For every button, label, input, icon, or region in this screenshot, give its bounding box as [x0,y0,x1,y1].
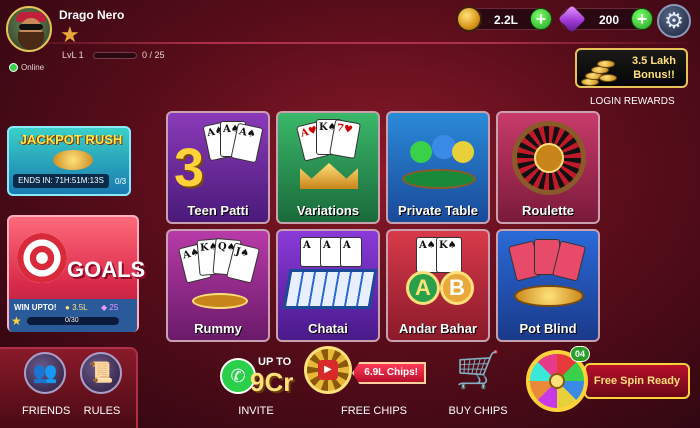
game-label: Variations [296,203,360,218]
login-bonus-text: 3.5 Lakh Bonus!! [631,55,677,81]
video-icon: ▶ [318,360,338,380]
goals-win-upto: WIN UPTO! [14,303,57,312]
game-tile-rummy[interactable]: A♠ K♠ Q♠ J♠ Rummy [166,229,270,342]
target-icon [17,233,67,283]
game-tile-andar-bahar[interactable]: A♠ K♠ A B Andar Bahar [386,229,490,342]
gear-icon: ⚙ [664,8,684,33]
rules-button[interactable]: 📜 [80,352,122,394]
free-chips-amount[interactable]: 6.9L Chips! [352,362,426,384]
jackpot-title: JACKPOT RUSH [19,132,123,147]
invite-button[interactable]: INVITE [226,405,286,417]
goals-coin-reward: ● 3.5L [65,303,88,312]
coin-balance: 2.2L + [456,6,552,32]
add-gems-button[interactable]: + [631,8,653,30]
login-rewards-button[interactable]: 3.5 Lakh Bonus!! [575,48,688,88]
game-tile-pot-blind[interactable]: Pot Blind [496,229,600,342]
header-divider [0,42,700,44]
online-status-text: Online [21,63,45,72]
friends-label: FRIENDS [22,405,71,417]
game-tile-roulette[interactable]: Roulette [496,111,600,224]
free-chips-label[interactable]: FREE CHIPS [336,405,412,417]
free-spin-button[interactable]: Free Spin Ready [584,363,690,399]
game-label: Roulette [522,203,574,218]
goals-gem-reward: ◆ 25 [101,303,119,312]
add-coins-button[interactable]: + [530,8,552,30]
game-tile-private-table[interactable]: Private Table [386,111,490,224]
jackpot-count: 0/3 [115,177,127,186]
login-rewards-label: LOGIN REWARDS [590,96,675,107]
scroll-icon: 📜 [88,362,114,384]
gem-icon [558,5,586,33]
game-tile-variations[interactable]: A♥ K♠ 7♥ Variations [276,111,380,224]
game-tile-chatai[interactable]: A A A Chatai [276,229,380,342]
jackpot-rush-card[interactable]: JACKPOT RUSH ENDS IN: 71H:51M:13S 0/3 [7,126,131,196]
invite-amount: 9Cr [250,367,294,397]
game-label: Chatai [308,321,348,336]
game-tile-teen-patti[interactable]: 3 A♠ A♠ A♠ Teen Patti [166,111,270,224]
goals-title: GOALS [67,257,146,282]
jackpot-timer: ENDS IN: 71H:51M:13S [13,174,109,188]
game-label: Private Table [398,203,478,218]
gem-balance-value: 200 [598,13,620,27]
player-avatar[interactable] [6,6,52,52]
goals-progress-text: 0/30 [65,317,79,324]
coin-balance-value: 2.2L [493,13,518,27]
buy-chips-label[interactable]: BUY CHIPS [440,405,516,417]
xp-progress-bar [93,52,137,59]
player-level: LvL 1 [62,50,84,60]
settings-button[interactable]: ⚙ [657,4,691,38]
jackpot-pot-icon [53,150,93,170]
game-label: Rummy [194,321,242,336]
gem-balance: 200 + [558,5,653,33]
cart-icon[interactable]: 🛒 [453,348,503,394]
game-label: Pot Blind [519,321,577,336]
coin-icon [456,6,482,32]
free-chips-button[interactable]: ▶ [304,346,352,394]
game-label: Teen Patti [187,203,249,218]
xp-progress-text: 0 / 25 [142,50,165,60]
online-status-icon [9,63,18,72]
goals-card[interactable]: GOALS WIN UPTO! ● 3.5L ◆ 25 ★ 0/30 [7,215,145,332]
rules-label: RULES [83,405,121,417]
game-label: Andar Bahar [398,321,478,336]
spin-count-badge: 04 [570,346,590,362]
level-star-icon: ★ [60,22,80,47]
goals-star-icon: ★ [11,314,22,328]
friends-button[interactable]: 👥 [24,352,66,394]
friends-icon: 👥 [32,362,58,384]
player-name: Drago Nero [59,8,125,22]
